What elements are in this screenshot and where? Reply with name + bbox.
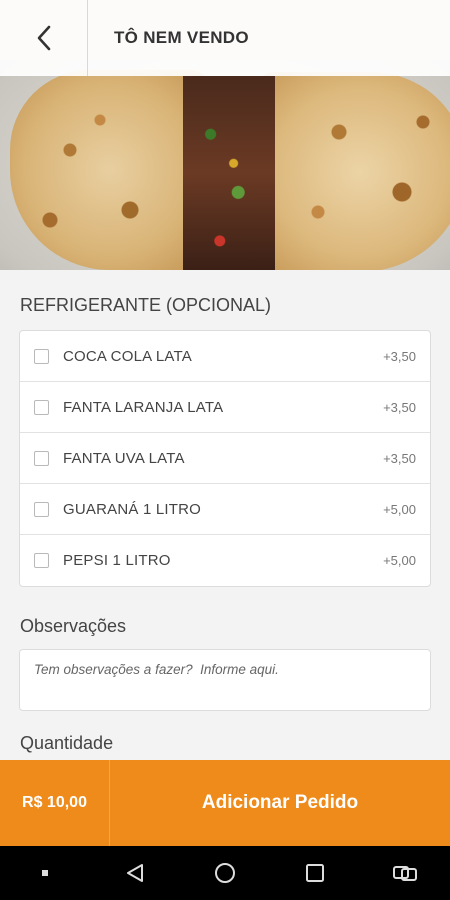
- option-price: +5,00: [383, 501, 416, 517]
- option-row[interactable]: PEPSI 1 LITRO +5,00: [20, 535, 430, 586]
- crepe-right-half: [255, 72, 450, 270]
- option-row[interactable]: GUARANÁ 1 LITRO +5,00: [20, 484, 430, 535]
- option-row[interactable]: FANTA LARANJA LATA +3,50: [20, 382, 430, 433]
- screen-rotate-icon[interactable]: [385, 853, 425, 893]
- page-title: TÔ NEM VENDO: [114, 28, 249, 47]
- checkbox[interactable]: [34, 501, 49, 517]
- system-navigation-bar: [0, 846, 450, 900]
- option-price: +5,00: [383, 553, 416, 568]
- option-label: PEPSI 1 LITRO: [63, 552, 171, 569]
- order-bar: R$ 10,00 Adicionar Pedido: [0, 760, 450, 846]
- observations-input[interactable]: [19, 649, 431, 711]
- option-row[interactable]: FANTA UVA LATA +3,50: [20, 433, 430, 484]
- home-circle-icon[interactable]: [205, 853, 245, 893]
- crepe-left-half: [10, 70, 210, 270]
- optional-group-title: REFRIGERANTE (OPCIONAL): [20, 295, 272, 315]
- option-label: FANTA LARANJA LATA: [63, 398, 224, 416]
- recents-square-icon[interactable]: [295, 853, 335, 893]
- order-total: R$ 10,00: [0, 760, 110, 846]
- checkbox[interactable]: [34, 553, 49, 568]
- option-label: GUARANÁ 1 LITRO: [63, 500, 202, 518]
- option-price: +3,50: [383, 399, 416, 415]
- option-row[interactable]: COCA COLA LATA +3,50: [20, 331, 430, 382]
- option-price: +3,50: [383, 348, 416, 364]
- options-list: COCA COLA LATA +3,50 FANTA LARANJA LATA …: [19, 330, 431, 587]
- square-dot-icon[interactable]: [25, 853, 65, 893]
- option-label: COCA COLA LATA: [63, 347, 192, 365]
- chevron-left-icon: [37, 25, 50, 51]
- app-bar: TÔ NEM VENDO: [0, 0, 450, 76]
- checkbox[interactable]: [34, 399, 49, 415]
- observations-label: Observações: [20, 616, 127, 636]
- option-label: FANTA UVA LATA: [63, 449, 185, 467]
- back-button[interactable]: [0, 0, 88, 76]
- option-price: +3,50: [383, 450, 416, 466]
- quantity-label: Quantidade: [20, 733, 114, 753]
- crepe-filling: [183, 76, 275, 270]
- back-triangle-icon[interactable]: [115, 853, 155, 893]
- add-order-button[interactable]: Adicionar Pedido: [110, 760, 450, 846]
- checkbox[interactable]: [34, 348, 49, 364]
- checkbox[interactable]: [34, 450, 49, 466]
